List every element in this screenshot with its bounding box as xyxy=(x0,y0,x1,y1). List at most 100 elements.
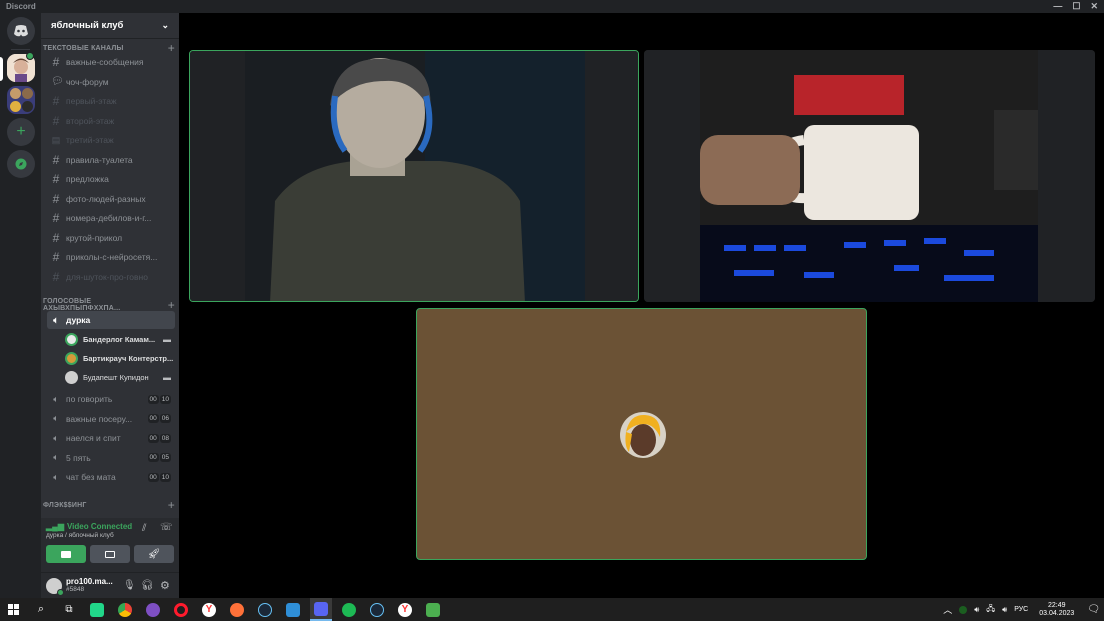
task-view-button[interactable]: ⧉ xyxy=(58,598,80,621)
microphone-icon[interactable]: 🎙︎ xyxy=(123,580,136,591)
headphones-icon[interactable]: 🎧︎ xyxy=(141,580,154,591)
taskbar-app[interactable] xyxy=(366,598,388,621)
voice-channel[interactable]: 🔈︎ наелся и спит 00 08 xyxy=(47,429,175,447)
search-button[interactable]: ⌕ xyxy=(30,598,52,621)
network-icon[interactable]: 🖧︎ xyxy=(986,603,995,617)
window-title: Discord xyxy=(6,2,36,11)
spotify-icon xyxy=(342,602,356,617)
channel-label: первый-этаж xyxy=(66,96,117,106)
voice-channel[interactable]: 🔈︎ 5 пять 00 05 xyxy=(47,449,175,467)
channel-item[interactable]: # второй-этаж xyxy=(47,112,175,130)
disconnect-icon[interactable]: ☏ xyxy=(160,522,173,533)
channel-item[interactable]: ▤ третий-этаж xyxy=(47,131,175,149)
chrome-icon xyxy=(118,602,132,617)
clock-time: 22:49 xyxy=(1048,601,1066,609)
close-icon[interactable]: ✕ xyxy=(1090,0,1098,13)
notifications-icon[interactable]: 🗨︎ xyxy=(1087,604,1100,615)
add-server-button[interactable]: + xyxy=(7,118,35,146)
channel-item[interactable]: # важные-сообщения xyxy=(47,53,175,71)
voice-status-text[interactable]: Video Connected xyxy=(67,522,132,531)
taskbar-app[interactable] xyxy=(282,598,304,621)
member-name: Будапешт Купидон xyxy=(83,372,149,382)
video-stage xyxy=(179,13,1104,598)
channel-item[interactable]: 💬︎ чоч-форум xyxy=(47,73,175,91)
webcam-feed-mug xyxy=(644,50,1095,302)
voice-channel-active[interactable]: 🔈︎ дурка xyxy=(47,311,175,329)
start-button[interactable] xyxy=(2,598,24,621)
user-limit-badge: 05 xyxy=(159,453,171,462)
voice-member[interactable]: Бартикрауч Контерстр... xyxy=(65,349,175,367)
video-tile-2[interactable] xyxy=(644,50,1095,302)
voice-member[interactable]: Бандерлог Камам... ▬ xyxy=(65,330,175,348)
server-folder[interactable] xyxy=(7,86,35,114)
taskbar-app[interactable] xyxy=(86,598,108,621)
compass-icon xyxy=(15,158,27,170)
category-voice-channels[interactable]: ГОЛОСОВЫЕ АХЫВХПЫПФХХПА... + xyxy=(43,298,175,312)
user-avatar[interactable] xyxy=(46,577,64,596)
participant-avatar xyxy=(620,412,666,458)
member-name: Бартикрауч Контерстр... xyxy=(83,353,174,363)
volume-icon[interactable]: 🔊︎ xyxy=(1002,605,1007,615)
hash-icon: # xyxy=(52,113,60,128)
home-button[interactable] xyxy=(7,17,35,45)
taskbar-app[interactable] xyxy=(422,598,444,621)
channel-item[interactable]: # крутой-прикол xyxy=(47,229,175,247)
taskbar-app[interactable]: Y xyxy=(198,598,220,621)
voice-connection-panel: ▂▄▆ Video Connected дурка / яблочный клу… xyxy=(41,518,179,573)
channel-item[interactable]: # номера-дебилов-и-г... xyxy=(47,209,175,227)
settings-gear-icon[interactable]: ⚙ xyxy=(160,579,170,592)
clock-date: 03.04.2023 xyxy=(1039,609,1075,617)
taskbar-app[interactable] xyxy=(254,598,276,621)
channel-item[interactable]: # правила-туалета xyxy=(47,151,175,169)
channel-item[interactable]: # предложка xyxy=(47,170,175,188)
explore-servers-button[interactable] xyxy=(7,150,35,178)
taskbar-app[interactable] xyxy=(142,598,164,621)
chevron-up-icon[interactable]: ︿ xyxy=(943,603,952,616)
add-channel-icon[interactable]: + xyxy=(168,498,175,512)
voice-member[interactable]: Будапешт Купидон ▬ xyxy=(65,368,175,386)
input-language[interactable]: РУС xyxy=(1014,606,1028,613)
channel-item[interactable]: # для-шуток-про-говно xyxy=(47,268,175,286)
channel-label: по говорить xyxy=(66,394,113,404)
taskbar-app[interactable]: Y xyxy=(394,598,416,621)
taskbar-app[interactable] xyxy=(114,598,136,621)
guild-header[interactable]: яблочный клуб ⌄ xyxy=(41,13,179,39)
channel-item[interactable]: # первый-этаж xyxy=(47,92,175,110)
minimize-icon[interactable]: — xyxy=(1053,0,1062,13)
maximize-icon[interactable]: ☐ xyxy=(1072,0,1080,13)
hash-icon: # xyxy=(52,152,60,167)
video-tile-3[interactable] xyxy=(416,308,867,560)
voice-channel[interactable]: 🔈︎ чат без мата 00 10 xyxy=(47,468,175,486)
video-tile-1[interactable] xyxy=(189,50,639,302)
taskbar-app[interactable] xyxy=(226,598,248,621)
pycharm-icon xyxy=(90,602,104,617)
channel-label: номера-дебилов-и-г... xyxy=(66,213,152,223)
app-installer-icon xyxy=(286,602,300,617)
channel-item[interactable]: # фото-людей-разных xyxy=(47,190,175,208)
server-rail: + xyxy=(0,13,41,598)
channel-label: для-шуток-про-говно xyxy=(66,271,148,282)
voice-channel[interactable]: 🔈︎ важные посеру... 00 06 xyxy=(47,410,175,428)
video-button[interactable] xyxy=(46,545,86,563)
tray-app-icon[interactable] xyxy=(959,605,968,614)
clock[interactable]: 22:49 03.04.2023 xyxy=(1039,602,1074,618)
noise-suppression-icon[interactable]: ⫽ xyxy=(142,523,146,534)
taskbar-app-discord-active[interactable] xyxy=(310,598,332,621)
add-channel-icon[interactable]: + xyxy=(168,298,175,312)
avatar xyxy=(65,370,78,384)
channel-label: 5 пять xyxy=(66,452,91,463)
voice-location-text[interactable]: дурка / яблочный клуб xyxy=(46,532,114,539)
activity-button[interactable]: 🚀︎ xyxy=(134,545,174,563)
voice-channel[interactable]: 🔈︎ по говорить 00 10 xyxy=(47,390,175,408)
windows-taskbar: ⌕ ⧉ Y Y ︿ 🔊︎ 🖧︎ 🔊︎ РУС 22:49 03.04.2023 … xyxy=(0,598,1104,621)
speaker-icon: 🔈︎ xyxy=(53,413,59,423)
volume-icon[interactable]: 🔊︎ xyxy=(974,605,979,615)
channel-item[interactable]: # приколы-с-нейросетя... xyxy=(47,248,175,266)
taskbar-app[interactable] xyxy=(170,598,192,621)
taskbar-app[interactable] xyxy=(338,598,360,621)
screen-share-icon xyxy=(105,550,115,558)
folder-avatar-icon xyxy=(21,100,33,112)
category-flex[interactable]: ФЛЭК$$ИНГ + xyxy=(43,498,175,512)
user-limit-badge: 10 xyxy=(159,394,171,404)
screen-share-button[interactable] xyxy=(90,545,130,563)
